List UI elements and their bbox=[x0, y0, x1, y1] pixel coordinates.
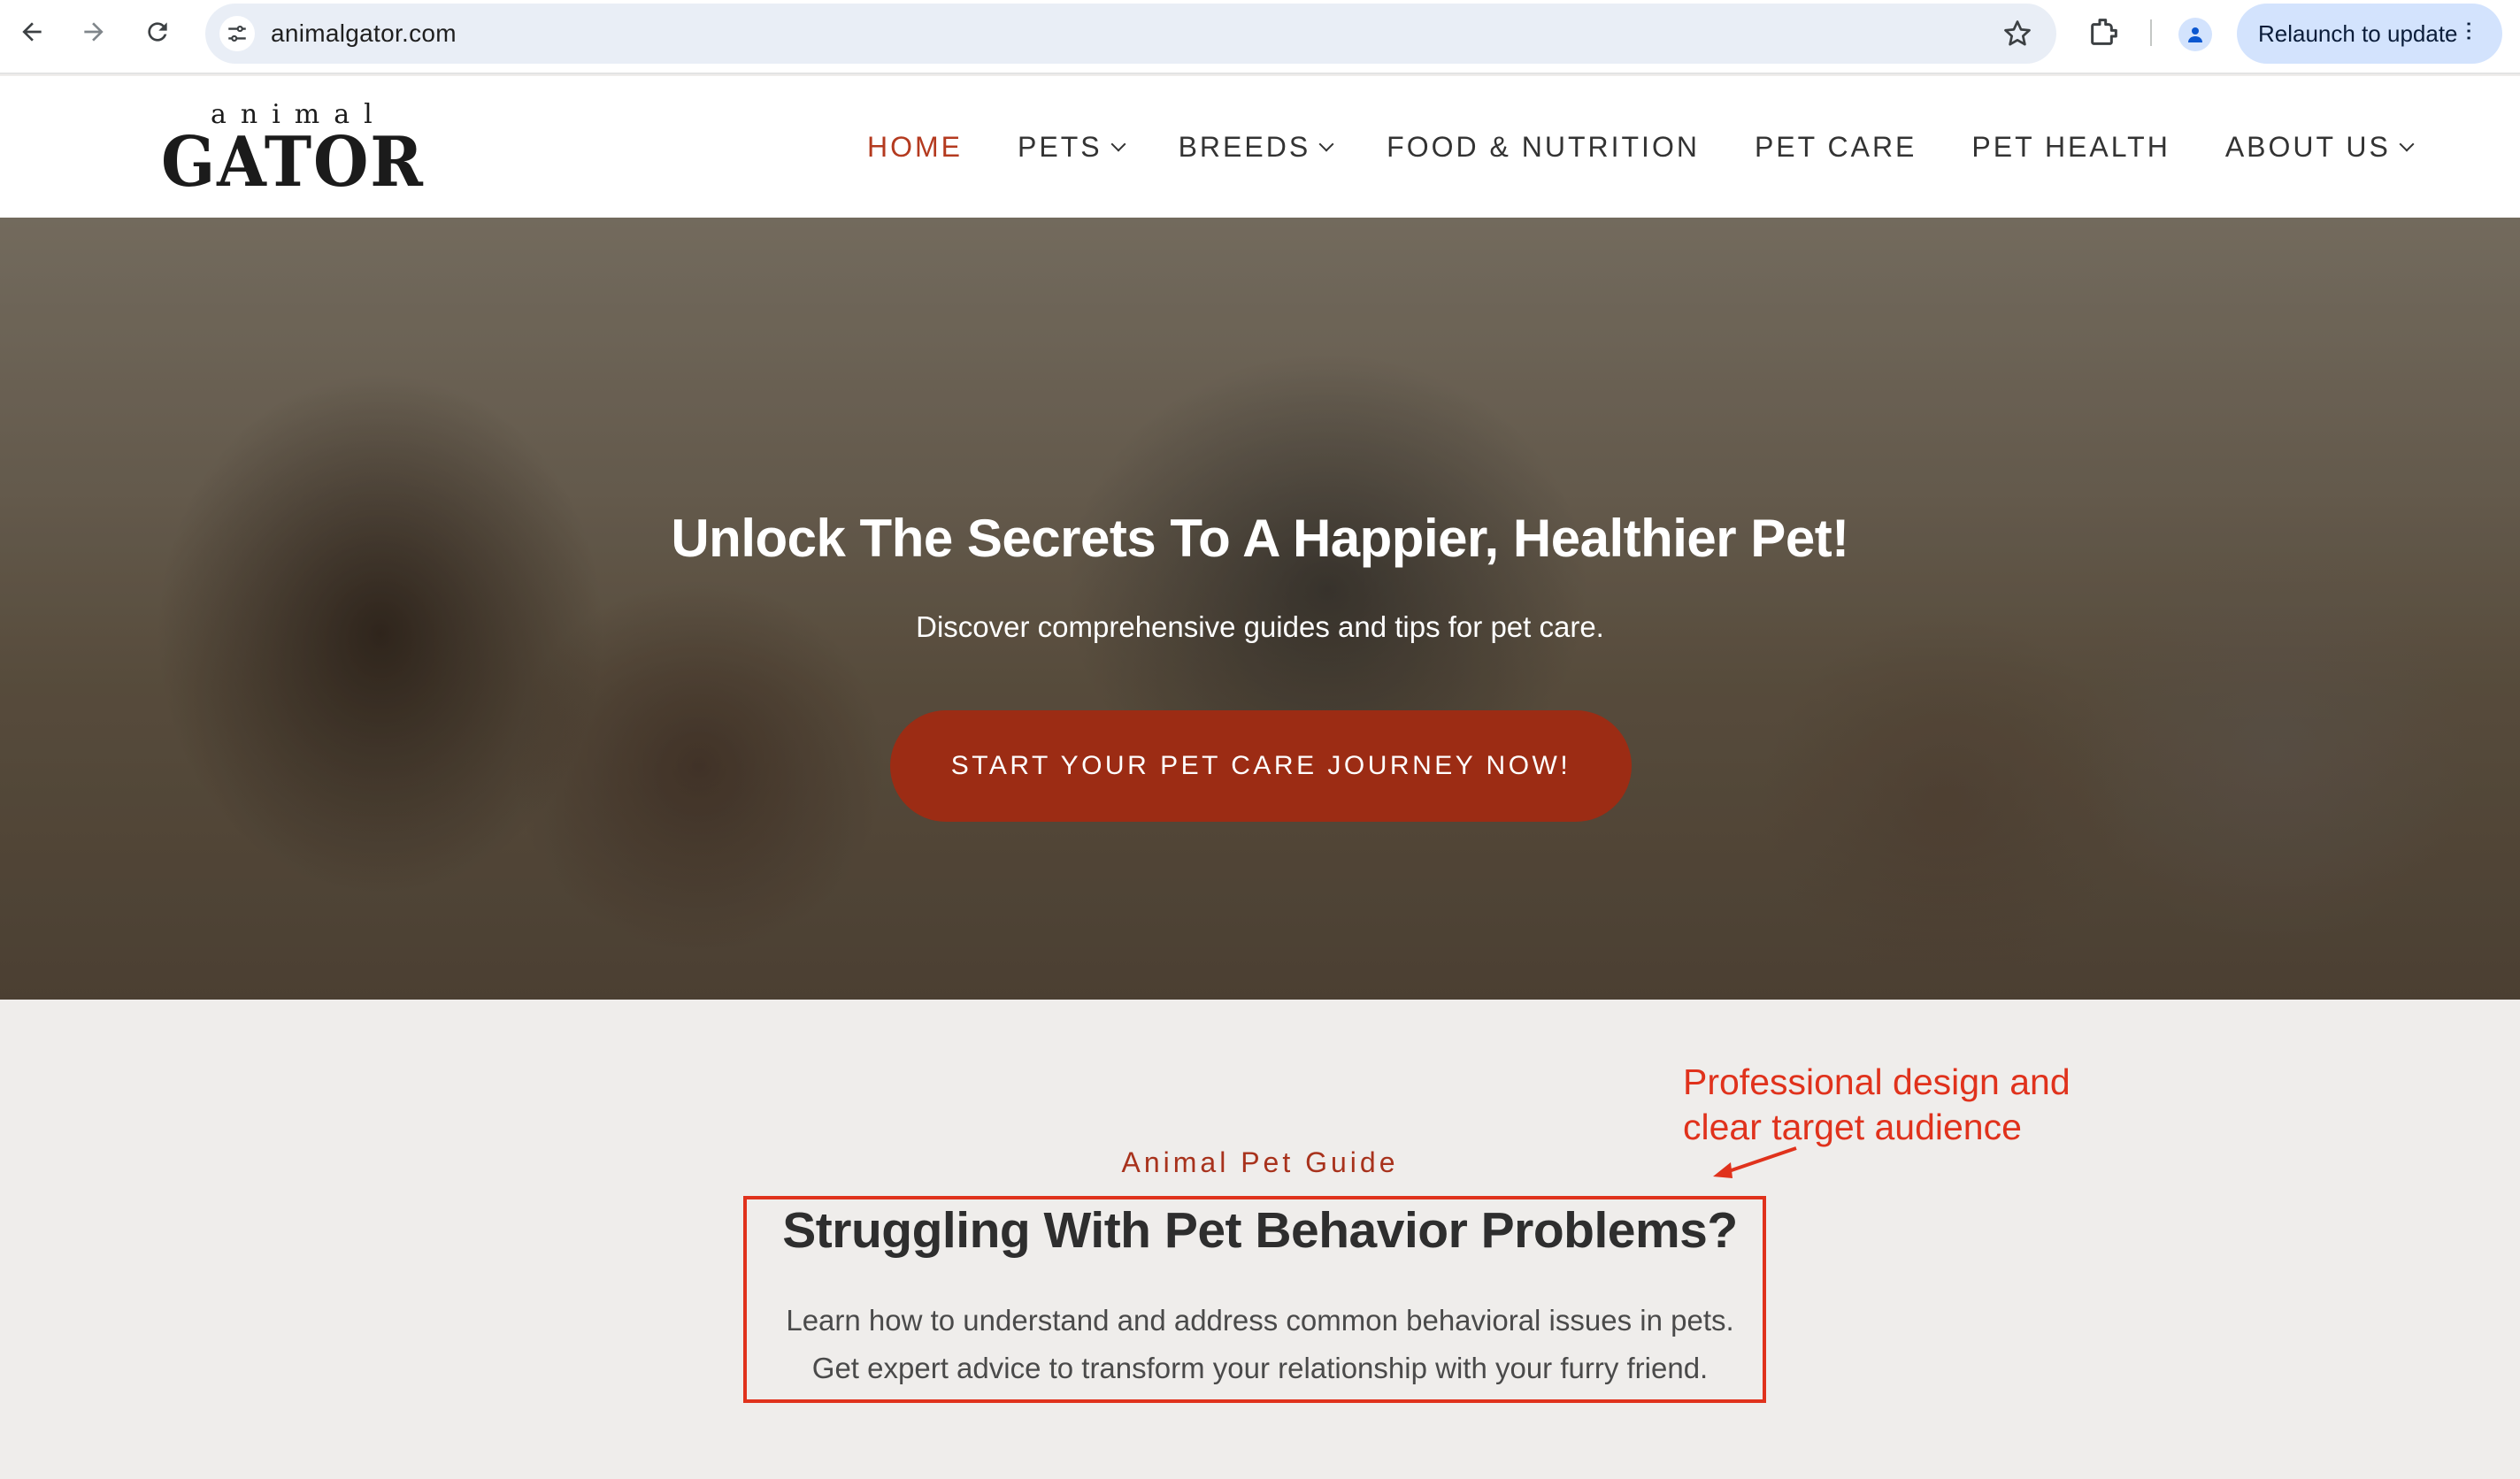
logo-big-text: GATOR bbox=[161, 122, 425, 203]
nav-item-home[interactable]: HOME bbox=[867, 131, 963, 164]
relaunch-button[interactable]: Relaunch to update ··· bbox=[2237, 4, 2502, 64]
url-text[interactable]: animalgator.com bbox=[271, 19, 457, 48]
chevron-down-icon bbox=[1318, 136, 1334, 152]
nav-item-label: BREEDS bbox=[1178, 130, 1311, 163]
annotation-arrow-icon bbox=[1713, 1146, 1797, 1178]
nav-item-label: HOME bbox=[867, 130, 963, 163]
section-body-line-1: Learn how to understand and address comm… bbox=[786, 1304, 1734, 1337]
address-bar[interactable]: animalgator.com bbox=[205, 4, 2056, 64]
annotation-line-1: Professional design and bbox=[1683, 1061, 2071, 1102]
hero-image-dogs bbox=[0, 218, 2520, 1000]
nav-item-pets[interactable]: PETS bbox=[1018, 130, 1126, 164]
hero-subtitle: Discover comprehensive guides and tips f… bbox=[916, 610, 1604, 643]
more-menu-icon[interactable]: ··· bbox=[2455, 19, 2485, 41]
site-settings-icon[interactable] bbox=[219, 16, 255, 51]
site-header: animal GATOR HOME PETS BREEDS FOOD & NUTRIT… bbox=[0, 76, 2520, 218]
browser-toolbar: animalgator.com Relaunch to update ··· bbox=[0, 0, 2520, 74]
section-title: Struggling With Pet Behavior Problems? bbox=[782, 1202, 1738, 1259]
person-icon bbox=[2188, 27, 2202, 42]
nav-item-pet-care[interactable]: PET CARE bbox=[1755, 131, 1917, 164]
relaunch-label: Relaunch to update bbox=[2258, 19, 2458, 47]
site-logo[interactable]: animal GATOR bbox=[161, 99, 423, 203]
nav-item-label: PETS bbox=[1018, 130, 1102, 163]
nav-item-label: PET HEALTH bbox=[1971, 130, 2170, 163]
nav-item-breeds[interactable]: BREEDS bbox=[1178, 130, 1334, 164]
annotation-note: Professional design and clear target aud… bbox=[1683, 1060, 2071, 1150]
cta-button[interactable]: START YOUR PET CARE JOURNEY NOW! bbox=[890, 710, 1632, 822]
back-arrow-icon bbox=[22, 22, 42, 42]
back-button[interactable] bbox=[12, 12, 51, 51]
hero-title: Unlock The Secrets To A Happier, Healthi… bbox=[671, 509, 1849, 568]
chevron-down-icon bbox=[2399, 136, 2415, 152]
section-body-line-2: Get expert advice to transform your rela… bbox=[811, 1352, 1709, 1384]
nav-item-label: FOOD & NUTRITION bbox=[1387, 130, 1700, 163]
reload-icon bbox=[148, 22, 167, 42]
section-eyebrow: Animal Pet Guide bbox=[1121, 1146, 1399, 1178]
nav-item-food-nutrition[interactable]: FOOD & NUTRITION bbox=[1387, 131, 1700, 164]
nav-item-label: PET CARE bbox=[1754, 130, 1917, 163]
main-navigation: HOME PETS BREEDS FOOD & NUTRITION PET CARE PE… bbox=[867, 129, 2467, 165]
reload-button[interactable] bbox=[138, 12, 177, 51]
nav-item-about-us[interactable]: ABOUT US bbox=[2224, 130, 2415, 164]
forward-button[interactable] bbox=[74, 12, 113, 51]
chevron-down-icon bbox=[1110, 136, 1126, 152]
forward-arrow-icon bbox=[84, 22, 104, 42]
nav-item-label: ABOUT US bbox=[2224, 130, 2391, 163]
toolbar-divider bbox=[2150, 19, 2152, 46]
extensions-puzzle-icon[interactable] bbox=[2086, 14, 2122, 50]
section-body: Learn how to understand and address comm… bbox=[0, 1297, 2520, 1392]
hero-banner: Unlock The Secrets To A Happier, Healthi… bbox=[0, 218, 2520, 1000]
bookmark-star-icon[interactable] bbox=[2001, 18, 2033, 50]
nav-item-pet-health[interactable]: PET HEALTH bbox=[1971, 131, 2170, 164]
profile-avatar[interactable] bbox=[2178, 18, 2212, 51]
